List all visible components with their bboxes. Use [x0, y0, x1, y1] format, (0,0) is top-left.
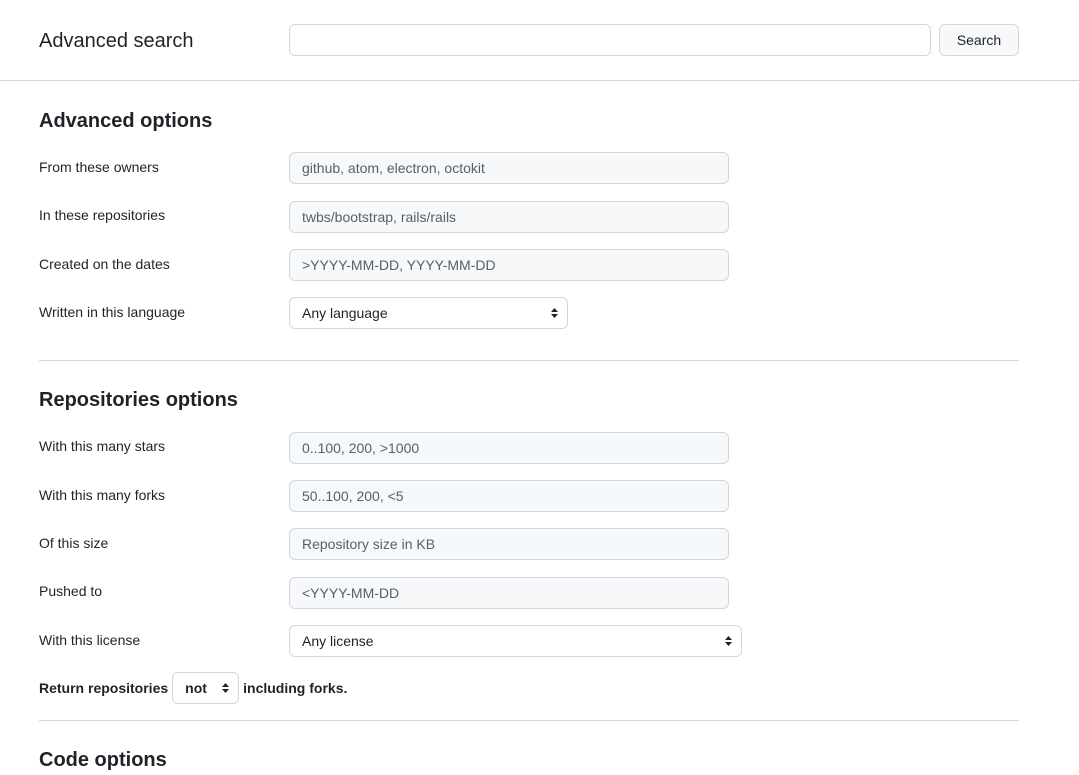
language-select-value: Any language: [302, 305, 388, 321]
forks-select-value: not: [185, 680, 207, 696]
size-input[interactable]: [289, 528, 729, 560]
search-button[interactable]: Search: [939, 24, 1019, 56]
forks-input[interactable]: [289, 480, 729, 512]
forks-select[interactable]: not: [172, 672, 240, 704]
including-forks-label: including forks.: [243, 680, 348, 696]
repositories-input[interactable]: [289, 201, 729, 233]
search-input[interactable]: [289, 24, 931, 56]
repositories-options-heading: Repositories options: [39, 389, 238, 411]
license-select-value: Any license: [302, 633, 374, 649]
pushed-input[interactable]: [289, 577, 729, 609]
language-select[interactable]: Any language: [289, 297, 568, 329]
stars-input[interactable]: [289, 432, 729, 464]
forks-label: With this many forks: [39, 487, 166, 503]
created-dates-label: Created on the dates: [39, 256, 170, 272]
created-dates-input[interactable]: [289, 249, 729, 281]
size-label: Of this size: [39, 535, 109, 551]
owners-label: From these owners: [39, 159, 159, 175]
include-forks-row: Return repositories not including forks.: [39, 672, 347, 704]
repositories-label: In these repositories: [39, 207, 166, 223]
stars-label: With this many stars: [39, 438, 166, 454]
section-divider: [39, 360, 1019, 361]
license-select[interactable]: Any license: [289, 625, 742, 657]
code-options-heading: Code options: [39, 749, 167, 771]
advanced-options-heading: Advanced options: [39, 110, 213, 132]
owners-input[interactable]: [289, 152, 729, 184]
select-arrows-icon: [551, 308, 558, 318]
section-divider: [39, 720, 1019, 721]
language-label: Written in this language: [39, 304, 186, 320]
header-bar: Advanced search Search: [0, 0, 1079, 81]
page-title: Advanced search: [39, 30, 194, 52]
select-arrows-icon: [222, 683, 230, 693]
select-arrows-icon: [725, 636, 732, 646]
license-label: With this license: [39, 632, 141, 648]
pushed-label: Pushed to: [39, 583, 103, 599]
return-repositories-label: Return repositories: [39, 680, 169, 696]
